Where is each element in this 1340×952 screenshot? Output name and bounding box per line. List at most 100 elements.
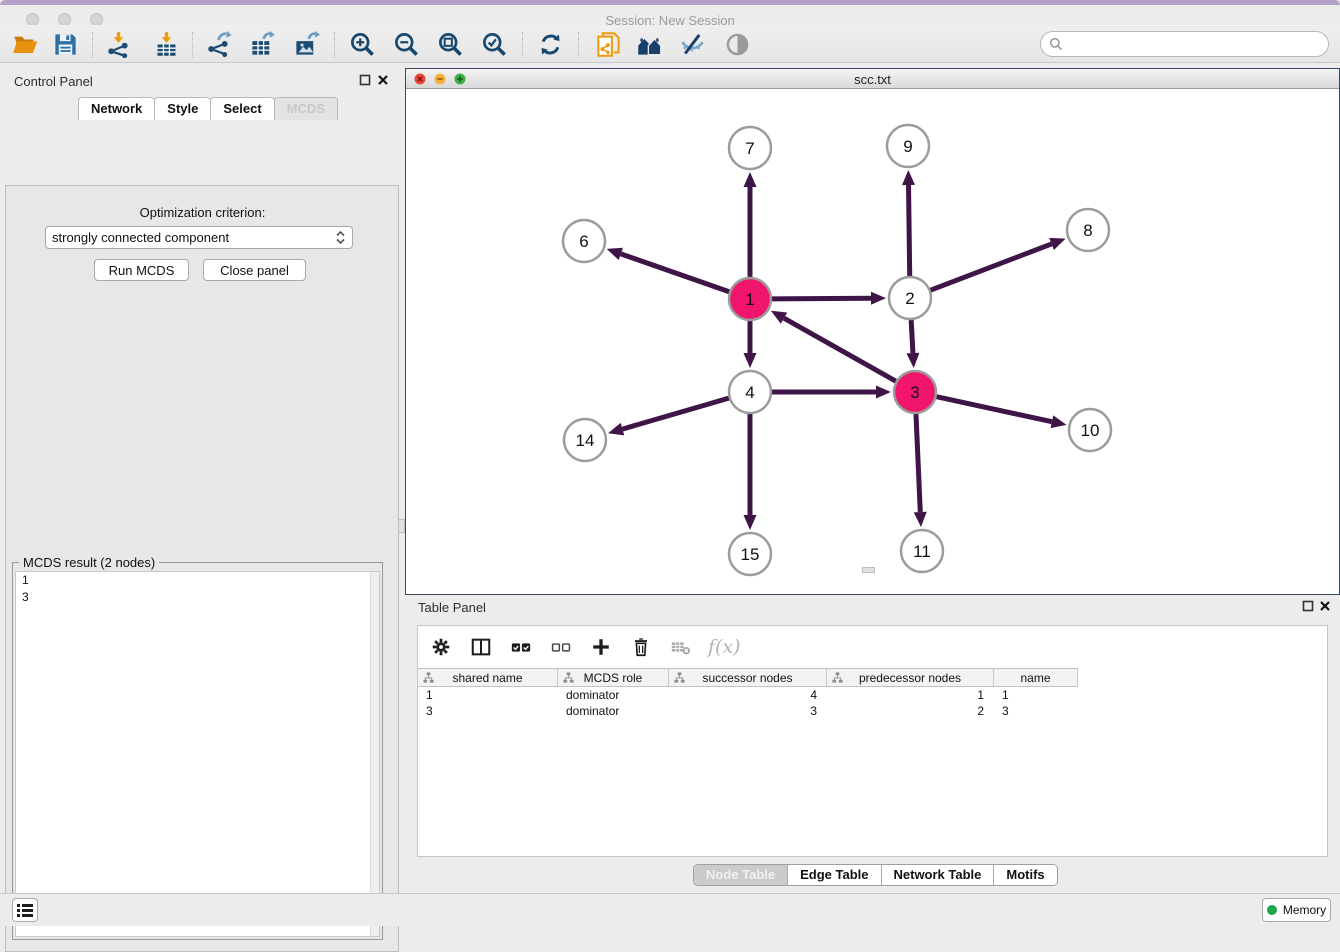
tab-mcds[interactable]: MCDS (274, 97, 338, 120)
close-panel-icon[interactable] (1319, 600, 1331, 612)
column-header-shared-name[interactable]: shared name (418, 669, 558, 686)
first-neighbors-button[interactable] (630, 27, 668, 61)
column-header-name[interactable]: name (994, 669, 1078, 686)
result-item[interactable]: 1 (16, 572, 379, 589)
chevron-up-down-icon (335, 230, 346, 245)
graph-edge-4-14[interactable] (622, 398, 728, 429)
search-input[interactable] (1064, 34, 1328, 54)
graph-edge-3-11[interactable] (916, 414, 920, 512)
table-cell[interactable]: dominator (558, 703, 669, 719)
edge-arrowhead (914, 512, 927, 527)
mcds-result-list[interactable]: 13 (15, 571, 380, 937)
edge-arrowhead (902, 170, 915, 185)
delete-table-button (668, 634, 694, 660)
graph-edge-3-10[interactable] (936, 397, 1051, 422)
control-panel: Control Panel NetworkStyleSelectMCDS Opt… (0, 68, 405, 893)
table-cell[interactable]: 4 (669, 687, 827, 703)
network-window-titlebar: scc.txt (406, 69, 1339, 89)
main-toolbar (0, 25, 1340, 63)
select-all-button[interactable] (508, 634, 534, 660)
zoom-in-button[interactable] (343, 27, 381, 61)
memory-status-icon (1267, 905, 1277, 915)
tab-select[interactable]: Select (210, 97, 274, 120)
graph-node-label: 4 (745, 383, 754, 402)
table-cell[interactable]: 1 (418, 687, 558, 703)
graph-node-label: 8 (1083, 221, 1092, 240)
deselect-all-button[interactable] (548, 634, 574, 660)
save-session-button[interactable] (46, 27, 84, 61)
graph-node-label: 1 (745, 290, 754, 309)
tab-network-table[interactable]: Network Table (882, 865, 995, 885)
table-cell[interactable]: 1 (827, 687, 994, 703)
splitter-grip[interactable] (862, 567, 875, 573)
optimization-criterion-dropdown[interactable]: strongly connected component (45, 226, 353, 249)
import-network-button[interactable] (99, 27, 137, 61)
graph-node-label: 6 (579, 232, 588, 251)
add-column-icon (590, 636, 612, 658)
show-task-history-button[interactable] (12, 898, 38, 922)
table-header-row: shared nameMCDS rolesuccessor nodesprede… (418, 668, 1078, 687)
show-all-button[interactable] (718, 27, 756, 61)
zoom-in-icon (349, 31, 376, 58)
tab-network[interactable]: Network (78, 97, 155, 120)
zoom-selected-button[interactable] (475, 27, 513, 61)
table-settings-button[interactable] (428, 634, 454, 660)
column-header-MCDS-role[interactable]: MCDS role (558, 669, 669, 686)
float-panel-icon[interactable] (1302, 600, 1314, 612)
graph-edge-1-6[interactable] (621, 254, 729, 292)
toggle-column-panel-button[interactable] (468, 634, 494, 660)
table-cell[interactable]: dominator (558, 687, 669, 703)
splitter-grip[interactable] (398, 519, 405, 533)
tab-edge-table[interactable]: Edge Table (788, 865, 881, 885)
table-cell[interactable]: 3 (669, 703, 827, 719)
zoom-fit-button[interactable] (431, 27, 469, 61)
graph-edge-2-9[interactable] (909, 185, 910, 276)
result-item[interactable]: 3 (16, 589, 379, 606)
mcds-result-title: MCDS result (2 nodes) (19, 555, 159, 570)
apply-style-refresh-button[interactable] (531, 27, 569, 61)
table-row[interactable]: 1dominator411 (418, 687, 1327, 703)
export-image-button[interactable] (287, 27, 325, 61)
export-network-button[interactable] (199, 27, 237, 61)
network-canvas[interactable]: 7968124314101511 (406, 89, 1339, 594)
function-builder-button: f(x) (708, 634, 741, 660)
create-column-button[interactable] (588, 634, 614, 660)
table-cell[interactable]: 3 (418, 703, 558, 719)
result-scrollbar[interactable] (370, 572, 379, 936)
zoom-fit-icon (437, 31, 464, 58)
search-icon (1049, 37, 1064, 52)
table-cell[interactable]: 2 (827, 703, 994, 719)
export-table-button[interactable] (243, 27, 281, 61)
column-header-predecessor-nodes[interactable]: predecessor nodes (827, 669, 994, 686)
open-session-button[interactable] (6, 27, 44, 61)
graph-edge-3-1[interactable] (784, 318, 896, 381)
table-cell[interactable]: 1 (994, 687, 1078, 703)
import-table-button[interactable] (147, 27, 185, 61)
close-panel-button[interactable]: Close panel (203, 259, 306, 281)
tab-motifs[interactable]: Motifs (994, 865, 1056, 885)
new-network-from-selection-icon (595, 31, 622, 58)
float-panel-icon[interactable] (359, 74, 371, 86)
table-cell[interactable]: 3 (994, 703, 1078, 719)
new-network-from-selection-button[interactable] (589, 27, 627, 61)
column-header-successor-nodes[interactable]: successor nodes (669, 669, 827, 686)
zoom-out-button[interactable] (387, 27, 425, 61)
edge-arrowhead (608, 423, 624, 435)
zoom-selected-icon (481, 31, 508, 58)
hide-selected-button[interactable] (673, 27, 711, 61)
tab-style[interactable]: Style (154, 97, 211, 120)
memory-button[interactable]: Memory (1262, 898, 1331, 922)
graph-edge-2-8[interactable] (931, 244, 1052, 290)
graph-edge-1-2[interactable] (772, 298, 871, 299)
graph-edge-2-3[interactable] (911, 320, 913, 353)
run-mcds-button[interactable]: Run MCDS (94, 259, 189, 281)
close-panel-icon[interactable] (377, 74, 389, 86)
toolbar-separator (522, 32, 523, 58)
table-row[interactable]: 3dominator323 (418, 703, 1327, 719)
memory-label: Memory (1283, 903, 1326, 917)
optimization-criterion-label: Optimization criterion: (0, 205, 405, 220)
tab-node-table[interactable]: Node Table (694, 865, 788, 885)
edge-arrowhead (1049, 238, 1065, 250)
delete-columns-button[interactable] (628, 634, 654, 660)
import-table-icon (153, 31, 180, 58)
